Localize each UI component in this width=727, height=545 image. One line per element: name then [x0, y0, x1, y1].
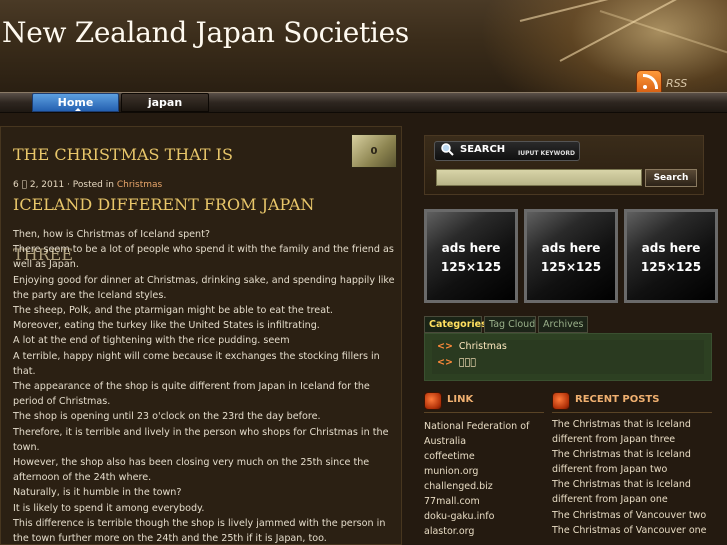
link-item[interactable]: Australia: [424, 434, 466, 449]
post-paragraph: The shop is opening until 23 o'clock on …: [13, 411, 321, 423]
link-item[interactable]: 77mall.com: [424, 494, 480, 509]
main-nav: Home japan: [0, 92, 727, 113]
recent-post-link[interactable]: different from Japan three: [552, 432, 675, 447]
post-paragraph: The sheep, Polk, and the ptarmigan might…: [13, 305, 333, 317]
posted-in-label: · Posted in: [67, 180, 114, 190]
post-paragraph: However, the shop also has been closing …: [13, 457, 370, 484]
search-title: SEARCH: [460, 144, 506, 155]
ad-banner[interactable]: ads here 125×125: [424, 209, 518, 303]
ad-size: 125×125: [540, 260, 602, 274]
recent-post-link[interactable]: The Christmas that is Iceland: [552, 417, 691, 432]
link-item[interactable]: doku-gaku.info: [424, 509, 494, 524]
active-indicator-icon: [75, 108, 81, 111]
post-title[interactable]: THE CHRISTMAS THAT IS: [13, 145, 343, 165]
post-paragraph: There seem to be a lot of people who spe…: [13, 244, 394, 271]
search-hint: IUPUT KEYWORD: [518, 150, 575, 157]
category-item[interactable]: <> Christmas: [437, 341, 507, 352]
ad-size: 125×125: [640, 260, 702, 274]
comment-count-badge[interactable]: 0: [351, 134, 397, 168]
category-arrow-icon: <>: [437, 357, 453, 368]
rss-label: RSS: [666, 76, 688, 90]
post-paragraph: A lot at the end of tightening with the …: [13, 335, 290, 347]
link-widget-divider: [424, 412, 544, 413]
recent-posts-divider: [552, 412, 712, 413]
ad-label: ads here: [541, 241, 601, 255]
site-title[interactable]: New Zealand Japan Societies: [2, 16, 409, 49]
post-title-continued[interactable]: ICELAND DIFFERENT FROM JAPAN: [13, 195, 393, 215]
post-paragraph: Therefore, it is terrible and lively in …: [13, 426, 389, 453]
post-paragraph: Enjoying good for dinner at Christmas, d…: [13, 274, 395, 301]
post-meta: 6   2, 2011 · Posted in Christmas: [13, 180, 162, 190]
search-input[interactable]: [436, 169, 642, 186]
recent-post-link[interactable]: The Christmas that is Iceland: [552, 447, 691, 462]
recent-posts-title: RECENT POSTS: [575, 394, 660, 405]
post-paragraph: The appearance of the shop is quite diff…: [13, 381, 370, 408]
recent-post-link[interactable]: different from Japan two: [552, 462, 667, 477]
nav-item-home[interactable]: Home: [32, 93, 119, 112]
nav-item-japan-label: japan: [147, 96, 183, 109]
rss-feed-link[interactable]: RSS: [636, 70, 687, 92]
post-paragraph: Naturally, is it humble in the town?: [13, 487, 182, 499]
rss-icon[interactable]: [636, 70, 662, 92]
recent-posts-icon: [552, 392, 570, 410]
recent-post-link[interactable]: The Christmas that is Iceland: [552, 477, 691, 492]
link-widget-icon: [424, 392, 442, 410]
link-item[interactable]: National Federation of: [424, 419, 529, 434]
link-item[interactable]: challenged.biz: [424, 479, 493, 494]
post-paragraph: It is likely to spend it among everybody…: [13, 502, 205, 514]
link-item[interactable]: coffeetime: [424, 449, 475, 464]
sidebar-tabs: Categories Tag Cloud Archives: [424, 316, 712, 333]
category-arrow-icon: <>: [437, 341, 453, 352]
category-item[interactable]: <>    : [437, 357, 476, 368]
tab-archives[interactable]: Archives: [538, 316, 588, 333]
post-category-link[interactable]: Christmas: [117, 180, 162, 190]
tab-tag-cloud[interactable]: Tag Cloud: [484, 316, 536, 333]
nav-item-japan[interactable]: japan: [121, 93, 209, 112]
recent-post-link[interactable]: The Christmas of Vancouver two: [552, 508, 706, 523]
link-item[interactable]: munion.org: [424, 464, 478, 479]
post-date: 6   2, 2011: [13, 180, 65, 190]
post-paragraph: A terrible, happy night will come becaus…: [13, 350, 380, 377]
tab-categories[interactable]: Categories: [424, 316, 487, 333]
link-item[interactable]: alastor.org: [424, 524, 474, 539]
recent-post-link[interactable]: The Christmas of Vancouver one: [552, 523, 707, 538]
search-icon: [441, 143, 454, 156]
category-label: Christmas: [458, 341, 507, 352]
ad-label: ads here: [641, 241, 701, 255]
category-label:    : [458, 357, 477, 368]
header-glow: [480, 0, 727, 92]
post-body: Then, how is Christmas of Iceland spent?…: [13, 227, 395, 545]
ad-banner[interactable]: ads here 125×125: [624, 209, 718, 303]
link-widget-title: LINK: [447, 394, 474, 405]
post-paragraph: Then, how is Christmas of Iceland spent?: [13, 229, 210, 240]
post-article: THE CHRISTMAS THAT IS 0 6   2, 2011 · Po…: [0, 126, 402, 545]
site-header: New Zealand Japan Societies RSS: [0, 0, 727, 92]
post-paragraph: This difference is terrible though the s…: [13, 517, 386, 545]
recent-post-link[interactable]: different from Japan one: [552, 492, 668, 507]
post-paragraph: Moreover, eating the turkey like the Uni…: [13, 320, 320, 332]
ad-label: ads here: [441, 241, 501, 255]
search-button[interactable]: Search: [645, 169, 697, 187]
ad-size: 125×125: [440, 260, 502, 274]
ad-banner[interactable]: ads here 125×125: [524, 209, 618, 303]
